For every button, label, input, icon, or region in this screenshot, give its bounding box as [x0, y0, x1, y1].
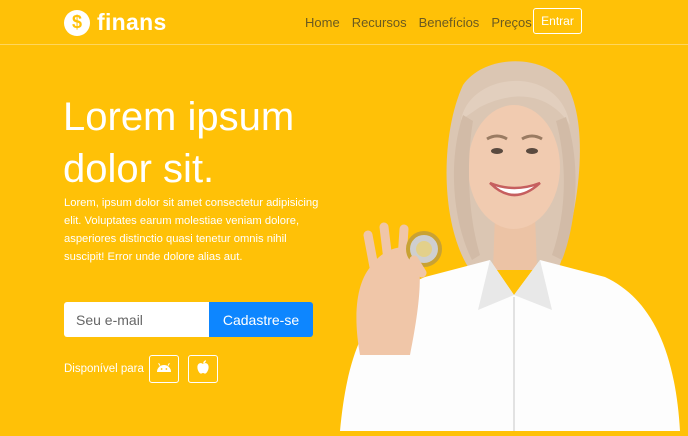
apple-store-button[interactable] — [187, 355, 218, 383]
nav-link-recursos[interactable]: Recursos — [352, 15, 407, 30]
android-store-button[interactable] — [148, 355, 179, 383]
login-button[interactable]: Entrar — [533, 8, 582, 34]
hero-description: Lorem, ipsum dolor sit amet consectetur … — [64, 197, 319, 263]
nav-link-home[interactable]: Home — [305, 15, 340, 30]
hero-woman-with-coin-image — [330, 55, 688, 431]
brand-logo[interactable]: $ finans — [64, 9, 167, 36]
hero-title-line-2: dolor sit. — [63, 147, 215, 191]
nav-link-beneficios[interactable]: Benefícios — [419, 15, 480, 30]
dollar-coin-icon: $ — [64, 9, 90, 36]
nav-menu: Home Recursos Benefícios Preços — [305, 15, 532, 30]
signup-form: Cadastre-se — [64, 302, 313, 337]
brand-name: finans — [97, 9, 167, 35]
hero-title: Lorem ipsum dolor sit. — [63, 91, 294, 195]
nav-link-precos[interactable]: Preços — [491, 15, 531, 30]
signup-button[interactable]: Cadastre-se — [209, 302, 313, 337]
android-icon — [156, 360, 172, 378]
apple-icon — [196, 359, 210, 380]
availability-label: Disponível para — [64, 363, 144, 375]
top-navbar: $ finans Home Recursos Benefícios Preços… — [0, 0, 688, 45]
availability-row: Disponível para — [64, 355, 227, 383]
hero-title-line-1: Lorem ipsum — [63, 95, 295, 139]
email-input[interactable] — [64, 302, 209, 337]
